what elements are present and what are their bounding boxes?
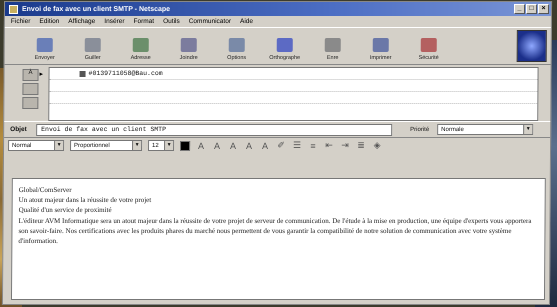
security-label: Sécurité <box>418 55 439 61</box>
menu-bar: Fichier Edition Affichage Insérer Format… <box>5 16 551 27</box>
security-icon <box>420 38 437 52</box>
chevron-down-icon: ▼ <box>132 141 142 150</box>
outdent-icon[interactable]: ⇤ <box>324 140 334 151</box>
address-tab-2[interactable] <box>22 83 39 95</box>
paragraph-style-value: Normal <box>12 142 32 149</box>
underline-icon[interactable]: A <box>260 141 270 151</box>
numbered-list-icon[interactable]: ≡ <box>308 141 318 151</box>
save-icon <box>324 38 341 52</box>
toolbar: Envoyer Guiller Adresse Joindre Options … <box>4 27 551 65</box>
attach-label: Joindre <box>179 55 198 61</box>
increase-font-icon[interactable]: A <box>196 141 206 151</box>
address-tab-3[interactable] <box>22 97 39 109</box>
attach-button[interactable]: Joindre <box>165 30 213 64</box>
menu-aide[interactable]: Aide <box>240 18 253 25</box>
menu-format[interactable]: Format <box>134 18 155 25</box>
priority-label: Priorité <box>410 126 430 133</box>
options-label: Options <box>227 55 247 61</box>
send-button[interactable]: Envoyer <box>21 30 69 64</box>
window-title: Envoi de fax avec un client SMTP - Netsc… <box>21 5 171 13</box>
paragraph-style-select[interactable]: Normal ▼ <box>8 140 65 151</box>
message-line: Global/ComServer <box>18 186 72 194</box>
security-button[interactable]: Sécurité <box>405 30 453 64</box>
quote-icon <box>84 38 101 52</box>
window-controls: _ □ × <box>513 4 551 14</box>
font-select[interactable]: Proportionnel ▼ <box>70 140 143 151</box>
recipient-value: #0139711058@Bau.com <box>88 70 163 77</box>
close-button[interactable]: × <box>537 4 550 14</box>
address-icon <box>132 38 149 52</box>
subject-input[interactable]: Envoi de fax avec un client SMTP <box>36 123 393 136</box>
options-icon <box>228 38 245 52</box>
font-size-value: 12 <box>152 142 159 149</box>
to-tab[interactable]: À <box>22 69 39 81</box>
spelling-label: Orthographe <box>269 55 301 61</box>
format-toolbar: Normal ▼ Proportionnel ▼ 12 ▼ A A A A A … <box>4 137 551 153</box>
recipient-list[interactable]: #0139711058@Bau.com <box>48 67 539 121</box>
recipient-row[interactable] <box>49 80 538 92</box>
minimize-button[interactable]: _ <box>513 4 526 14</box>
quote-button[interactable]: Guiller <box>69 30 117 64</box>
send-label: Envoyer <box>34 55 55 61</box>
font-value: Proportionnel <box>74 142 110 149</box>
attach-icon <box>180 38 197 52</box>
print-icon <box>372 38 389 52</box>
decrease-font-icon[interactable]: A <box>212 141 222 151</box>
text-color-button[interactable] <box>180 140 191 151</box>
quote-label: Guiller <box>84 55 101 61</box>
send-icon <box>36 38 53 52</box>
save-button[interactable]: Enre <box>309 30 357 64</box>
menu-affichage[interactable]: Affichage <box>68 18 95 25</box>
align-icon[interactable]: ≣ <box>356 140 366 151</box>
spelling-icon <box>276 38 293 52</box>
options-button[interactable]: Options <box>213 30 261 64</box>
address-tabs: À ▸ <box>4 67 48 121</box>
message-body[interactable]: Global/ComServer Un atout majeur dans la… <box>10 178 546 300</box>
clear-format-icon[interactable]: ✐ <box>276 140 286 151</box>
chevron-down-icon: ▼ <box>164 141 174 150</box>
recipient-row[interactable] <box>49 92 538 104</box>
priority-value: Normale <box>441 126 464 133</box>
address-button[interactable]: Adresse <box>117 30 165 64</box>
italic-icon[interactable]: A <box>244 141 254 151</box>
save-label: Enre <box>326 55 339 61</box>
chevron-down-icon: ▼ <box>54 141 64 150</box>
priority-select[interactable]: Normale ▼ <box>437 124 534 135</box>
insert-object-icon[interactable]: ◈ <box>372 140 382 151</box>
chevron-right-icon: ▸ <box>39 71 44 78</box>
compose-window: Envoi de fax avec un client SMTP - Netsc… <box>1 1 553 305</box>
app-icon <box>8 4 19 14</box>
font-size-select[interactable]: 12 ▼ <box>148 140 175 151</box>
recipient-row[interactable]: #0139711058@Bau.com <box>49 68 538 80</box>
menu-communicator[interactable]: Communicator <box>189 18 231 25</box>
menu-fichier[interactable]: Fichier <box>11 18 31 25</box>
address-label: Adresse <box>130 55 151 61</box>
menu-edition[interactable]: Edition <box>39 18 59 25</box>
chevron-down-icon: ▼ <box>523 125 533 134</box>
recipient-icon <box>79 70 86 77</box>
menu-inserer[interactable]: Insérer <box>104 18 124 25</box>
print-button[interactable]: Imprimer <box>357 30 405 64</box>
maximize-button[interactable]: □ <box>525 4 538 14</box>
addressing-area: À ▸ #0139711058@Bau.com <box>4 65 550 121</box>
netscape-logo <box>516 30 547 62</box>
subject-label: Objet <box>10 126 27 133</box>
bold-icon[interactable]: A <box>228 141 238 151</box>
message-paragraph: L'éditeur AVM Informatique sera un atout… <box>18 216 532 246</box>
message-line: Un atout majeur dans la réussite de votr… <box>18 196 152 205</box>
title-bar[interactable]: Envoi de fax avec un client SMTP - Netsc… <box>4 2 552 16</box>
message-line: Qualité d'un service de proximité <box>18 206 112 215</box>
print-label: Imprimer <box>369 55 392 61</box>
bulleted-list-icon[interactable]: ☰ <box>292 140 302 151</box>
menu-outils[interactable]: Outils <box>163 18 180 25</box>
indent-icon[interactable]: ⇥ <box>340 140 350 151</box>
subject-row: Objet Envoi de fax avec un client SMTP P… <box>4 121 551 137</box>
spelling-button[interactable]: Orthographe <box>261 30 309 64</box>
